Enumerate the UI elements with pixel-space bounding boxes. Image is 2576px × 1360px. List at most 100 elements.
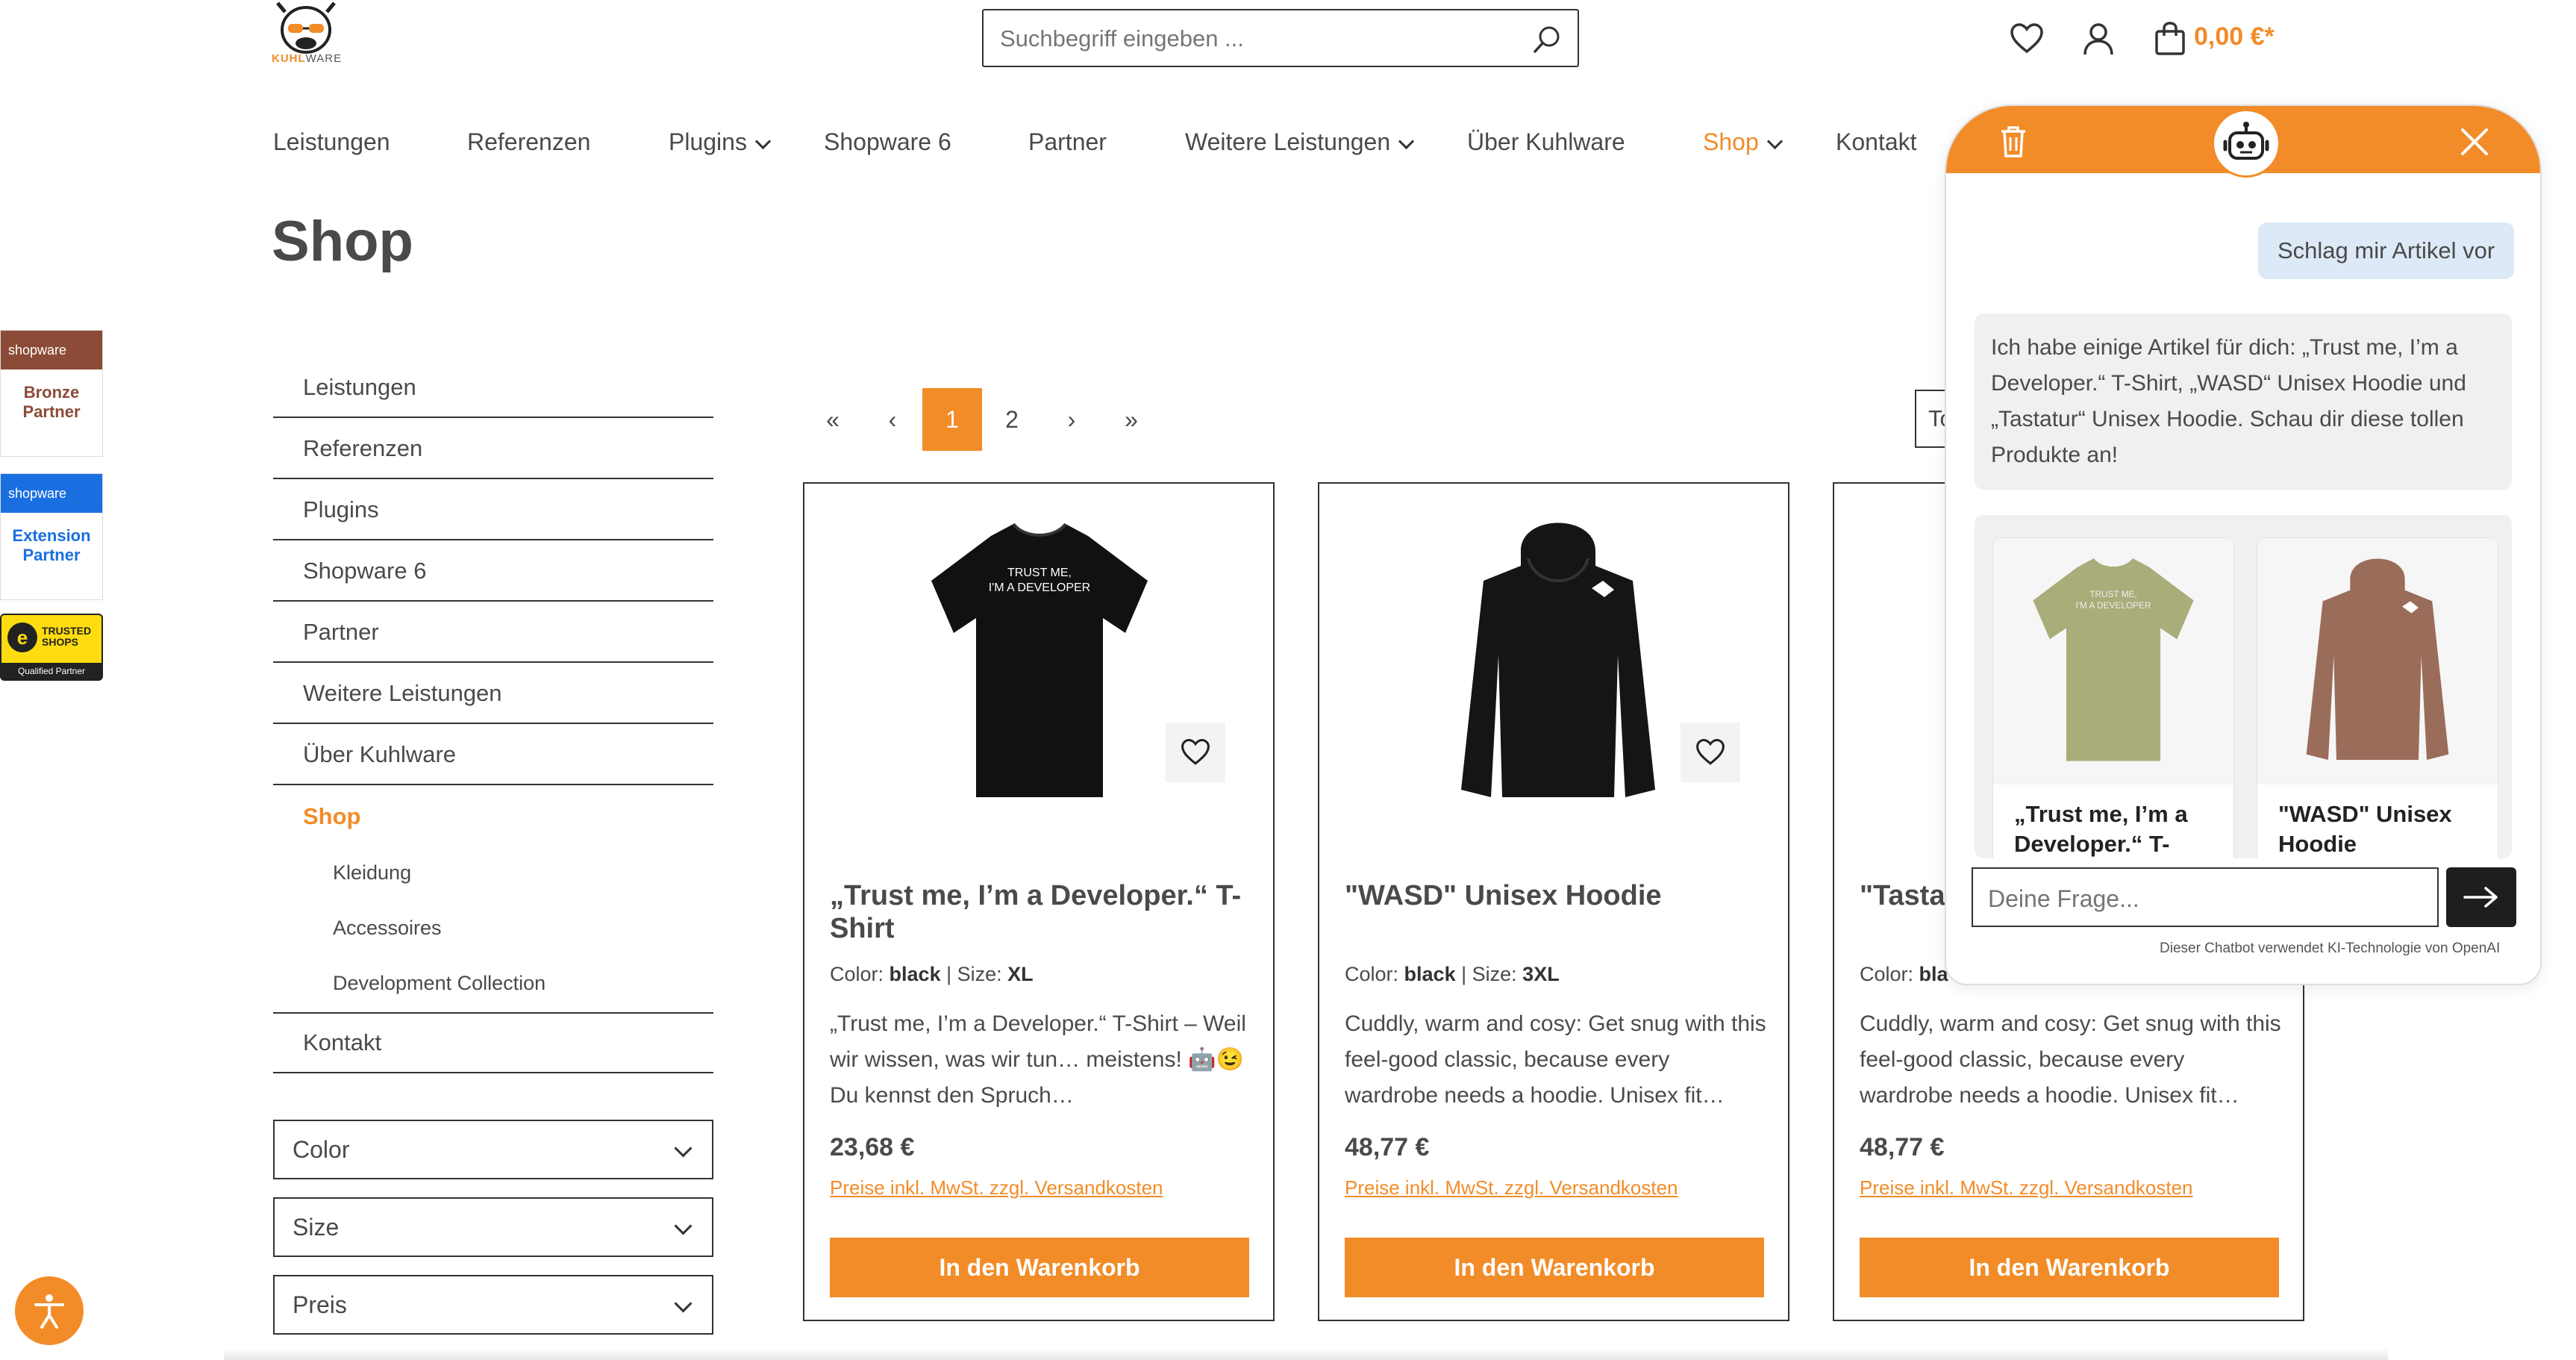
product-name[interactable]: „Trust me, I’m a Developer.“ T-Shirt [830, 879, 1248, 945]
nav-kontakt[interactable]: Kontakt [1836, 128, 1917, 156]
sidebar-item-weitere-leistungen[interactable]: Weitere Leistungen [273, 664, 713, 724]
product-variant: Color: black | Size: 3XL [1345, 963, 1560, 985]
nav-label: Partner [1028, 128, 1107, 155]
nav-leistungen[interactable]: Leistungen [273, 128, 390, 156]
nav-shop[interactable]: Shop [1703, 128, 1783, 156]
page-bottom-fade [224, 1348, 2388, 1360]
tax-shipping-link[interactable]: Preise inkl. MwSt. zzgl. Versandkosten [830, 1176, 1163, 1200]
shopping-bag-icon[interactable] [2152, 21, 2188, 57]
chevron-down-icon [1398, 133, 1415, 150]
chat-recommendations: TRUST ME, I'M A DEVELOPER „Trust me, I’m… [1975, 515, 2512, 858]
chat-message-bot: Ich habe einige Artikel für dich: „Trust… [1975, 314, 2512, 490]
sidebar-item-kontakt[interactable]: Kontakt [273, 1014, 713, 1073]
sidebar-item-referenzen[interactable]: Referenzen [273, 419, 713, 479]
badge-line2: Partner [22, 546, 81, 564]
filter-color[interactable]: Color [273, 1120, 713, 1179]
product-description: Cuddly, warm and cosy: Get snug with thi… [1345, 1011, 1766, 1108]
nav-weitere-leistungen[interactable]: Weitere Leistungen [1185, 128, 1415, 156]
sidebar-item-leistungen[interactable]: Leistungen [273, 358, 713, 418]
accessibility-person-icon [34, 1294, 64, 1329]
filter-label: Size [293, 1213, 340, 1241]
account-user-icon[interactable] [2081, 21, 2116, 57]
chat-send-button[interactable] [2446, 867, 2516, 927]
nav-label: Shop [1703, 128, 1759, 155]
search-bar [982, 9, 1579, 67]
tshirt-olive-image: TRUST ME, I'M A DEVELOPER [2033, 558, 2194, 761]
sidebar-item-ueber-kuhlware[interactable]: Über Kuhlware [273, 726, 713, 785]
sidebar-item-partner[interactable]: Partner [273, 603, 713, 663]
hoodie-brown-image [2306, 558, 2449, 760]
product-image-hoodie[interactable] [1446, 506, 1670, 820]
search-icon[interactable] [1531, 24, 1563, 55]
wishlist-toggle[interactable] [1681, 723, 1740, 782]
chevron-down-icon [674, 1217, 693, 1235]
add-to-cart-button[interactable]: In den Warenkorb [1345, 1238, 1764, 1297]
pagination-page-2[interactable]: 2 [982, 388, 1042, 451]
badge-line1: Bronze [23, 383, 80, 402]
shopware-extension-partner-badge[interactable]: shopware Extension Partner [0, 473, 103, 600]
variant-color-label: Color: [1345, 963, 1399, 985]
chat-question-input[interactable] [1986, 882, 2422, 915]
product-description: Cuddly, warm and cosy: Get snug with thi… [1860, 1011, 2281, 1108]
product-card[interactable]: TRUST ME, I'M A DEVELOPER „Trust me, I’m… [803, 482, 1275, 1321]
sidebar-subitem-kleidung[interactable]: Kleidung [333, 861, 411, 885]
sidebar-item-shop[interactable]: Shop [273, 787, 713, 846]
recommendation-image: TRUST ME, I'M A DEVELOPER [1993, 538, 2233, 785]
badge-line1: Qualified Partner [1, 663, 101, 679]
product-variant: Color: bla [1860, 963, 1948, 986]
recommendation-name: „Trust me, I’m a Developer.“ T- [2014, 801, 2188, 857]
trusted-shops-e-icon: e [7, 623, 37, 652]
chevron-down-icon [1766, 133, 1783, 150]
sidebar-subitem-accessoires[interactable]: Accessoires [333, 917, 442, 940]
heart-icon [1181, 738, 1210, 765]
chatbot-avatar [2212, 109, 2280, 178]
recommendation-image [2257, 538, 2498, 785]
wishlist-heart-icon[interactable] [2009, 21, 2045, 57]
pagination-last[interactable]: » [1101, 388, 1161, 451]
wishlist-toggle[interactable] [1166, 723, 1225, 782]
chevron-down-icon [674, 1294, 693, 1313]
filter-preis[interactable]: Preis [273, 1275, 713, 1335]
chat-message-user: Schlag mir Artikel vor [2258, 222, 2515, 279]
tax-shipping-link[interactable]: Preise inkl. MwSt. zzgl. Versandkosten [1345, 1176, 1678, 1200]
shopware-bronze-partner-badge[interactable]: shopware Bronze Partner [0, 330, 103, 457]
badge-brand: shopware [1, 331, 102, 369]
nav-label: Referenzen [467, 128, 591, 155]
product-card[interactable]: "WASD" Unisex Hoodie Color: black | Size… [1318, 482, 1789, 1321]
tax-shipping-link[interactable]: Preise inkl. MwSt. zzgl. Versandkosten [1860, 1176, 2193, 1200]
product-name[interactable]: "WASD" Unisex Hoodie [1345, 879, 1763, 912]
sidebar-subitem-development-collection[interactable]: Development Collection [333, 972, 545, 995]
search-input[interactable] [998, 22, 1509, 55]
pagination-next[interactable]: › [1042, 388, 1101, 451]
trusted-shops-badge[interactable]: e TRUSTED SHOPS Qualified Partner [0, 614, 103, 681]
chat-recommendation-card[interactable]: "WASD" Unisex Hoodie [2257, 537, 2498, 858]
badge-line1: Extension [12, 526, 91, 545]
logo-text-b: WARE [305, 52, 343, 65]
product-price: 48,77 € [1345, 1133, 1430, 1161]
filter-size[interactable]: Size [273, 1197, 713, 1257]
add-to-cart-button[interactable]: In den Warenkorb [1860, 1238, 2279, 1297]
nav-referenzen[interactable]: Referenzen [467, 128, 590, 156]
badge-brand: shopware [1, 474, 102, 513]
sidebar-item-shopware-6[interactable]: Shopware 6 [273, 542, 713, 602]
trash-icon[interactable] [1998, 125, 2028, 158]
nav-label: Kontakt [1836, 128, 1917, 155]
nav-partner[interactable]: Partner [1028, 128, 1107, 156]
nav-ueber-kuhlware[interactable]: Über Kuhlware [1467, 128, 1625, 156]
sidebar-item-plugins[interactable]: Plugins [273, 481, 713, 540]
add-to-cart-button[interactable]: In den Warenkorb [830, 1238, 1249, 1297]
chatbot-disclaimer: Dieser Chatbot verwendet KI-Technologie … [2160, 941, 2501, 956]
nav-plugins[interactable]: Plugins [669, 128, 772, 156]
close-icon[interactable] [2460, 127, 2489, 157]
chat-recommendation-card[interactable]: TRUST ME, I'M A DEVELOPER „Trust me, I’m… [1992, 537, 2234, 858]
variant-color: black [1404, 963, 1456, 985]
pagination-prev[interactable]: ‹ [863, 388, 922, 451]
pagination-page-1[interactable]: 1 [922, 388, 982, 451]
nav-label: Über Kuhlware [1467, 128, 1625, 155]
cart-total[interactable]: 0,00 €* [2194, 22, 2275, 52]
product-image-tshirt[interactable]: TRUST ME, I'M A DEVELOPER [924, 514, 1155, 812]
accessibility-button[interactable] [15, 1276, 84, 1345]
pagination-first[interactable]: « [803, 388, 863, 451]
filter-label: Color [293, 1135, 350, 1163]
nav-shopware-6[interactable]: Shopware 6 [824, 128, 951, 156]
